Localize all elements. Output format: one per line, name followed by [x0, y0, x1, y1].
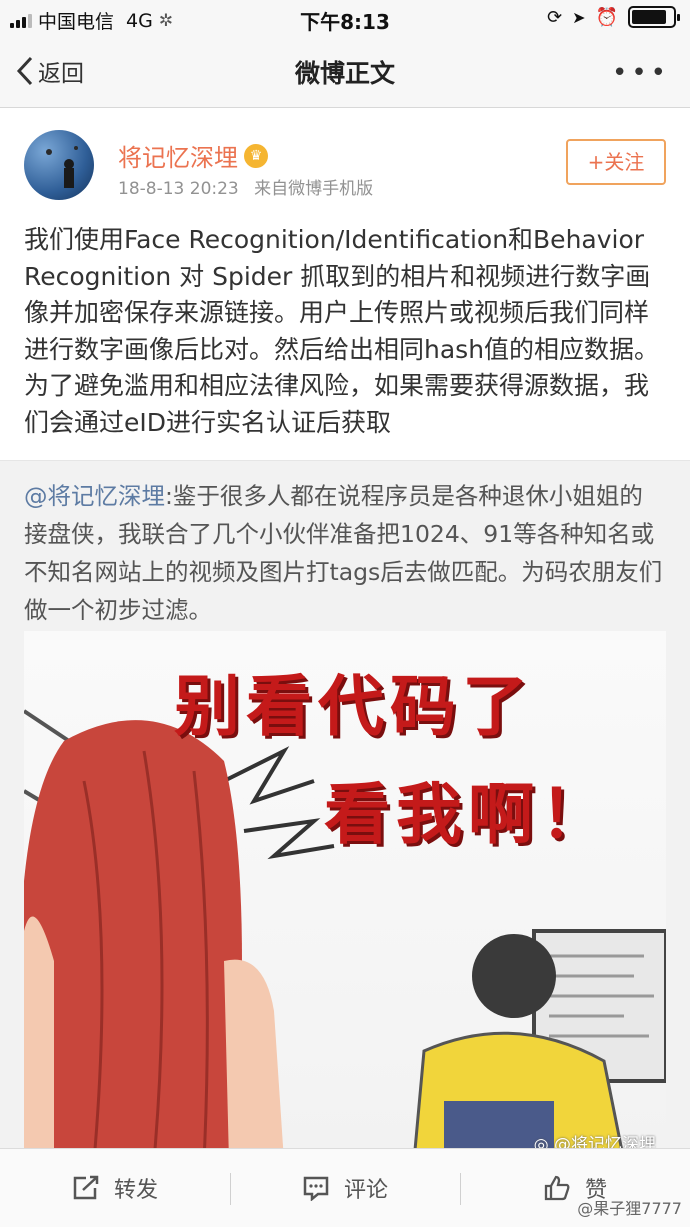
post-time: 18-8-13 20:23	[118, 179, 239, 199]
rotation-lock-icon: ⟳	[547, 6, 563, 28]
retweet-card[interactable]: @将记忆深埋:鉴于很多人都在说程序员是各种退休小姐姐的接盘侠，我联合了几个小伙伴…	[0, 460, 690, 1161]
follow-button[interactable]: +关注	[566, 139, 666, 185]
post-source: 来自微博手机版	[254, 179, 374, 199]
post-meta: 18-8-13 20:23 来自微博手机版	[118, 174, 383, 199]
author-name[interactable]: 将记忆深埋 ♛	[118, 138, 268, 173]
alarm-icon: ⏰	[595, 6, 618, 28]
repost-button[interactable]: 转发	[0, 1149, 230, 1227]
battery-icon	[628, 6, 680, 28]
nav-bar: 返回 微博正文 •••	[0, 36, 690, 108]
avatar[interactable]	[24, 130, 94, 200]
retweet-image[interactable]: 别看代码了 看我啊！ ◎ @将记忆深埋	[24, 631, 666, 1161]
more-button[interactable]: •••	[612, 58, 670, 88]
crown-badge-icon: ♛	[244, 143, 268, 168]
image-caption-line2: 看我啊！	[324, 775, 612, 853]
retweet-text: @将记忆深埋:鉴于很多人都在说程序员是各种退休小姐姐的接盘侠，我联合了几个小伙伴…	[24, 477, 666, 629]
mention-link[interactable]: @将记忆深埋	[24, 482, 165, 510]
repost-label: 转发	[113, 1178, 158, 1203]
status-right: ⟳ ➤ ⏰	[547, 6, 680, 28]
repost-icon	[73, 1175, 99, 1200]
post-text: 我们使用Face Recognition/Identification和Beha…	[24, 225, 660, 437]
thumbs-up-icon	[544, 1175, 570, 1201]
avatar-image	[46, 146, 78, 188]
status-bar: 中国电信 4G ✲ 下午8:13 ⟳ ➤ ⏰	[0, 0, 690, 36]
corner-watermark: @果子狸7777	[577, 1199, 682, 1218]
page-title: 微博正文	[294, 59, 395, 88]
bottom-toolbar: 转发 评论 赞 @果子狸7777	[0, 1148, 690, 1227]
comment-icon	[303, 1176, 329, 1201]
image-caption-line1: 别看代码了	[174, 667, 534, 745]
author-label: 将记忆深埋	[118, 144, 238, 172]
comment-label: 评论	[343, 1178, 388, 1203]
comment-button[interactable]: 评论	[230, 1149, 460, 1227]
location-icon: ➤	[572, 7, 586, 27]
battery-fill	[632, 10, 666, 24]
